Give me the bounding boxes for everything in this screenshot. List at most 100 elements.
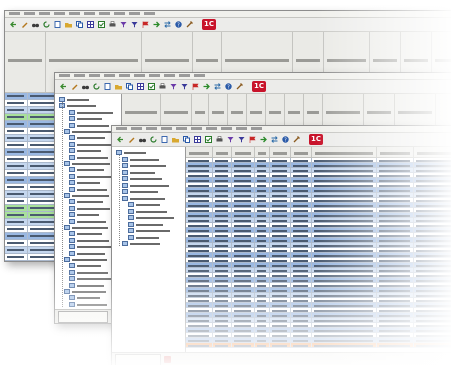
front-window-grid[interactable] [186, 158, 451, 352]
menu-item[interactable] [206, 127, 217, 130]
print-icon[interactable] [158, 82, 167, 91]
refresh-icon[interactable] [92, 82, 101, 91]
filter-icon[interactable] [169, 82, 178, 91]
pencil-icon[interactable] [70, 82, 79, 91]
menu-item[interactable] [74, 74, 85, 77]
filter-icon[interactable] [119, 20, 128, 29]
menu-item[interactable] [236, 127, 247, 130]
menu-item[interactable] [54, 12, 65, 15]
green-arrow-icon[interactable] [152, 20, 161, 29]
menu-item[interactable] [59, 74, 70, 77]
document-icon[interactable] [160, 135, 169, 144]
tree-node[interactable] [122, 176, 182, 182]
header-cell[interactable] [312, 147, 377, 157]
grid-icon[interactable] [86, 20, 95, 29]
refresh-icon[interactable] [42, 20, 51, 29]
menu-item[interactable] [161, 127, 172, 130]
tree-node[interactable] [128, 215, 185, 221]
header-cell[interactable] [270, 147, 291, 157]
menu-item[interactable] [251, 127, 262, 130]
menu-item[interactable] [149, 74, 160, 77]
menu-item[interactable] [129, 12, 140, 15]
menu-item[interactable] [144, 12, 155, 15]
menu-item[interactable] [146, 127, 157, 130]
tree-node[interactable] [128, 202, 185, 208]
front-window-tree[interactable] [112, 147, 186, 352]
header-cell[interactable] [291, 147, 312, 157]
red-flag-icon[interactable] [191, 82, 200, 91]
menu-item[interactable] [179, 74, 190, 77]
table-row[interactable] [186, 343, 451, 348]
middle-window-status-button[interactable] [58, 311, 108, 323]
tree-node[interactable] [122, 182, 182, 189]
menu-item[interactable] [114, 12, 125, 15]
funnel-icon[interactable] [237, 135, 246, 144]
tree-node[interactable] [128, 221, 185, 228]
header-cell[interactable] [232, 147, 255, 157]
folder-icon[interactable] [64, 20, 73, 29]
green-arrow-icon[interactable] [202, 82, 211, 91]
menu-item[interactable] [119, 74, 130, 77]
menu-item[interactable] [194, 74, 205, 77]
tree-node[interactable] [122, 169, 182, 176]
tree-node[interactable] [59, 97, 119, 103]
document-icon[interactable] [103, 82, 112, 91]
tools-icon[interactable] [185, 20, 194, 29]
exchange-icon[interactable] [270, 135, 279, 144]
green-arrow-icon[interactable] [259, 135, 268, 144]
nav-back-icon[interactable] [9, 20, 18, 29]
filter-icon[interactable] [226, 135, 235, 144]
menu-item[interactable] [134, 74, 145, 77]
checkbox-icon[interactable] [204, 135, 213, 144]
folder-icon[interactable] [114, 82, 123, 91]
binoculars-icon[interactable] [31, 20, 40, 29]
header-cell[interactable] [414, 147, 451, 157]
menu-item[interactable] [39, 12, 50, 15]
grid-icon[interactable] [136, 82, 145, 91]
funnel-icon[interactable] [130, 20, 139, 29]
checkbox-icon[interactable] [97, 20, 106, 29]
grid-icon[interactable] [193, 135, 202, 144]
tools-icon[interactable] [292, 135, 301, 144]
tree-node[interactable] [128, 228, 185, 234]
menu-item[interactable] [191, 127, 202, 130]
tree-node[interactable] [128, 208, 185, 215]
exchange-icon[interactable] [163, 20, 172, 29]
binoculars-icon[interactable] [138, 135, 147, 144]
copy-icon[interactable] [182, 135, 191, 144]
document-icon[interactable] [53, 20, 62, 29]
help-icon[interactable]: ? [281, 135, 290, 144]
tree-node[interactable] [122, 195, 182, 202]
pencil-icon[interactable] [127, 135, 136, 144]
header-cell[interactable] [255, 147, 270, 157]
folder-icon[interactable] [171, 135, 180, 144]
exchange-icon[interactable] [213, 82, 222, 91]
header-cell[interactable] [186, 147, 213, 157]
header-cell[interactable] [213, 147, 232, 157]
print-icon[interactable] [108, 20, 117, 29]
menu-item[interactable] [221, 127, 232, 130]
tree-node[interactable] [122, 189, 182, 195]
tree-node[interactable] [122, 156, 182, 163]
pencil-icon[interactable] [20, 20, 29, 29]
menu-item[interactable] [69, 12, 80, 15]
refresh-icon[interactable] [149, 135, 158, 144]
print-icon[interactable] [215, 135, 224, 144]
tree-node[interactable] [69, 109, 121, 116]
menu-item[interactable] [84, 12, 95, 15]
menu-item[interactable] [104, 74, 115, 77]
menu-item[interactable] [24, 12, 35, 15]
red-flag-icon[interactable] [141, 20, 150, 29]
tree-node[interactable] [128, 234, 185, 241]
menu-item[interactable] [176, 127, 187, 130]
nav-back-icon[interactable] [116, 135, 125, 144]
tree-node[interactable] [59, 103, 119, 109]
menu-item[interactable] [9, 12, 20, 15]
help-icon[interactable]: ? [174, 20, 183, 29]
tree-node[interactable] [122, 241, 182, 247]
menu-item[interactable] [164, 74, 175, 77]
checkbox-icon[interactable] [147, 82, 156, 91]
tools-icon[interactable] [235, 82, 244, 91]
menu-item[interactable] [89, 74, 100, 77]
menu-item[interactable] [131, 127, 142, 130]
